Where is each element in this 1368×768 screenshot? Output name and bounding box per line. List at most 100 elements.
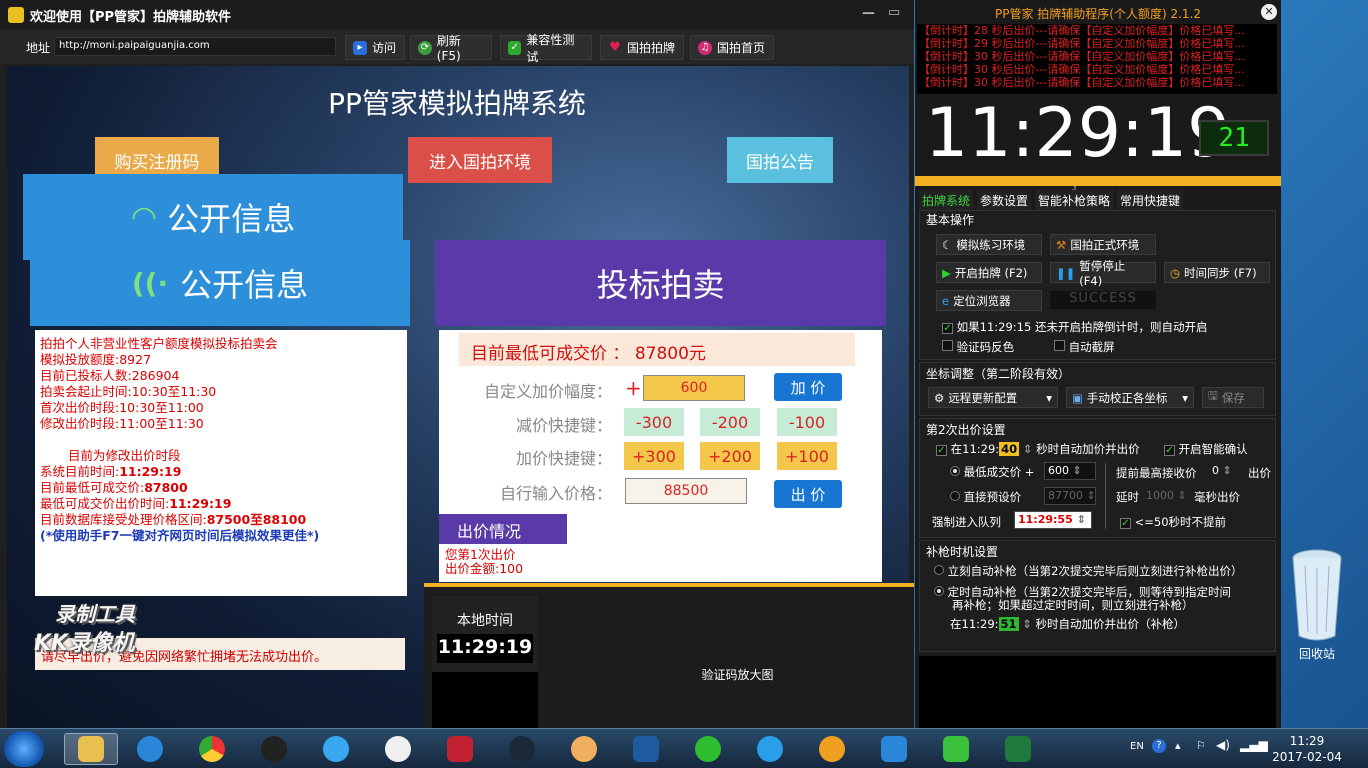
minimize-icon[interactable]: —: [862, 6, 875, 21]
signal-icon[interactable]: ▂▄▆: [1240, 738, 1268, 752]
delay-input[interactable]: 1000 ⇕: [1142, 487, 1190, 505]
radio-icon[interactable]: [950, 466, 960, 476]
address-input[interactable]: http://moni.paipaiguanjia.com: [54, 37, 336, 56]
help-icon[interactable]: ?: [1152, 739, 1166, 753]
steam-icon: [509, 736, 535, 762]
pause-button[interactable]: ❚❚ 暂停停止 (F4): [1050, 259, 1156, 288]
taskbar-explorer[interactable]: [64, 733, 118, 765]
auto-open-option[interactable]: ✓ 如果11:29:15 还未开启拍牌倒计时，则自动开启: [942, 319, 1207, 335]
taskbar-ie[interactable]: [128, 733, 172, 765]
auto-screenshot-option[interactable]: 自动截屏: [1054, 339, 1115, 355]
direct-price-option[interactable]: 直接预设价: [950, 489, 1021, 505]
bid-status-tab[interactable]: 出价情况: [439, 514, 567, 544]
language-indicator[interactable]: EN: [1130, 741, 1144, 752]
spin-icon[interactable]: ⇕: [1022, 617, 1032, 631]
taskbar-qq[interactable]: [252, 733, 296, 765]
minus-300-button[interactable]: -300: [624, 408, 684, 436]
announcement-button[interactable]: 国拍公告: [727, 137, 833, 183]
plus-200-button[interactable]: +200: [700, 442, 760, 470]
lowest-plus-input[interactable]: 600 ⇕: [1044, 462, 1096, 480]
address-toolbar: 地址 http://moni.paipaiguanjia.com ▸ 访问 ⟳ 刷新…: [0, 30, 914, 64]
sim-env-button[interactable]: ☾ 模拟练习环境: [936, 234, 1042, 255]
minus-100-button[interactable]: -100: [777, 408, 837, 436]
start-button[interactable]: [4, 731, 44, 767]
taskbar-wechat[interactable]: [686, 733, 730, 765]
visit-button[interactable]: ▸ 访问: [345, 35, 405, 60]
checkbox-icon[interactable]: ✓: [1120, 518, 1131, 529]
guopai-home-button[interactable]: ♫ 国拍首页: [690, 35, 774, 60]
start-button[interactable]: ▶ 开启拍牌 (F2): [936, 262, 1042, 283]
plus-300-button[interactable]: +300: [624, 442, 684, 470]
lowest-plus-option[interactable]: 最低成交价 +: [950, 464, 1034, 480]
app-logo-icon: [8, 7, 24, 23]
checkbox-icon[interactable]: ✓: [942, 323, 953, 334]
close-icon[interactable]: ✕: [1261, 4, 1277, 20]
tray-arrow-icon[interactable]: ▴: [1175, 739, 1181, 752]
price-input[interactable]: 88500: [625, 478, 747, 504]
browser-window: 欢迎使用【PP管家】拍牌辅助软件 — ▭ 地址 http://moni.paip…: [0, 0, 914, 728]
radio-icon[interactable]: [934, 565, 944, 575]
backup-immediate-option[interactable]: 立刻自动补枪（当第2次提交完毕后则立刻进行补枪出价）: [934, 563, 1242, 579]
taskbar-app4[interactable]: [748, 733, 792, 765]
taskbar-steam[interactable]: [500, 733, 544, 765]
spin-icon[interactable]: ⇕: [1178, 489, 1187, 502]
smart-confirm-option[interactable]: ✓ 开启智能确认: [1164, 441, 1248, 457]
captcha-invert-option[interactable]: 验证码反色: [942, 339, 1014, 355]
add-price-button[interactable]: 加 价: [774, 373, 842, 401]
real-env-button[interactable]: ⚒ 国拍正式环境: [1050, 234, 1156, 255]
manual-adjust-button[interactable]: ▣ 手动校正各坐标 ▾: [1066, 387, 1194, 408]
checkbox-icon[interactable]: ✓: [1164, 445, 1175, 456]
checkbox-icon[interactable]: ✓: [936, 445, 947, 456]
bid-second-input[interactable]: 40: [999, 442, 1020, 456]
taskbar-chrome[interactable]: [190, 733, 234, 765]
taskbar-app7[interactable]: [934, 733, 978, 765]
sync-label: 时间同步 (F7): [1184, 265, 1257, 280]
spin-icon[interactable]: ⇕: [1077, 513, 1086, 526]
advance-input[interactable]: 0 ⇕: [1208, 462, 1246, 480]
network-icon[interactable]: ⚐: [1196, 739, 1206, 752]
force-queue-time-input[interactable]: 11:29:55 ⇕: [1014, 511, 1092, 529]
maximize-icon[interactable]: ▭: [888, 5, 900, 20]
save-button[interactable]: 🖫 保存: [1202, 387, 1264, 408]
info-line: 系统目前时间:11:29:19: [40, 464, 182, 479]
system-clock[interactable]: 11:29 2017-02-04: [1272, 733, 1342, 765]
backup-second-input[interactable]: 51: [998, 617, 1019, 631]
minus-200-button[interactable]: -200: [700, 408, 760, 436]
auto-bid-option[interactable]: ✓ 在11:29: 40 ⇕ 秒时自动加价并出价: [936, 441, 1140, 457]
volume-icon[interactable]: ◀): [1216, 738, 1230, 752]
tab-strategy[interactable]: 智能补枪策略: [1035, 190, 1114, 210]
no-advance-option[interactable]: ✓ <=50秒时不提前: [1120, 514, 1226, 530]
refresh-button[interactable]: ⟳ 刷新(F5): [410, 34, 492, 63]
taskbar-app6[interactable]: [872, 733, 916, 765]
checkbox-icon[interactable]: [1054, 340, 1065, 351]
taskbar-player[interactable]: [376, 733, 420, 765]
sync-time-button[interactable]: ◷ 时间同步 (F7): [1164, 262, 1270, 283]
taskbar-shell[interactable]: [562, 733, 606, 765]
tab-params[interactable]: 参数设置: [977, 190, 1032, 210]
checkbox-icon[interactable]: [942, 340, 953, 351]
taskbar-app[interactable]: [314, 733, 358, 765]
taskbar-excel[interactable]: [996, 733, 1040, 765]
spin-icon[interactable]: ⇕: [1087, 489, 1096, 502]
bid-button[interactable]: 出 价: [774, 480, 842, 508]
radio-icon[interactable]: [934, 586, 944, 596]
locate-browser-button[interactable]: e 定位浏览器: [936, 290, 1042, 311]
recycle-bin[interactable]: 回收站: [1284, 546, 1350, 666]
spin-icon[interactable]: ⇕: [1223, 464, 1232, 477]
direct-price-input[interactable]: 87700 ⇕: [1044, 487, 1096, 505]
remote-config-button[interactable]: ⚙ 远程更新配置 ▾: [928, 387, 1058, 408]
spin-icon[interactable]: ⇕: [1023, 442, 1033, 456]
guopai-button[interactable]: ♥ 国拍拍牌: [600, 35, 684, 60]
plus-100-button[interactable]: +100: [777, 442, 837, 470]
taskbar-app3[interactable]: [624, 733, 668, 765]
radio-icon[interactable]: [950, 491, 960, 501]
tab-shortcuts[interactable]: 常用快捷键: [1117, 190, 1184, 210]
spin-icon[interactable]: ⇕: [1073, 464, 1082, 477]
compat-test-button[interactable]: ✓ 兼容性测试: [500, 33, 592, 64]
custom-increase-input[interactable]: 600: [643, 375, 745, 401]
enter-guopai-button[interactable]: 进入国拍环境: [408, 137, 552, 183]
coords-section: 坐标调整（第二阶段有效） ⚙ 远程更新配置 ▾ ▣ 手动校正各坐标 ▾ 🖫 保存: [919, 362, 1276, 416]
taskbar-app5[interactable]: [810, 733, 854, 765]
taskbar-app2[interactable]: [438, 733, 482, 765]
tab-bid-system[interactable]: 拍牌系统: [919, 190, 974, 210]
